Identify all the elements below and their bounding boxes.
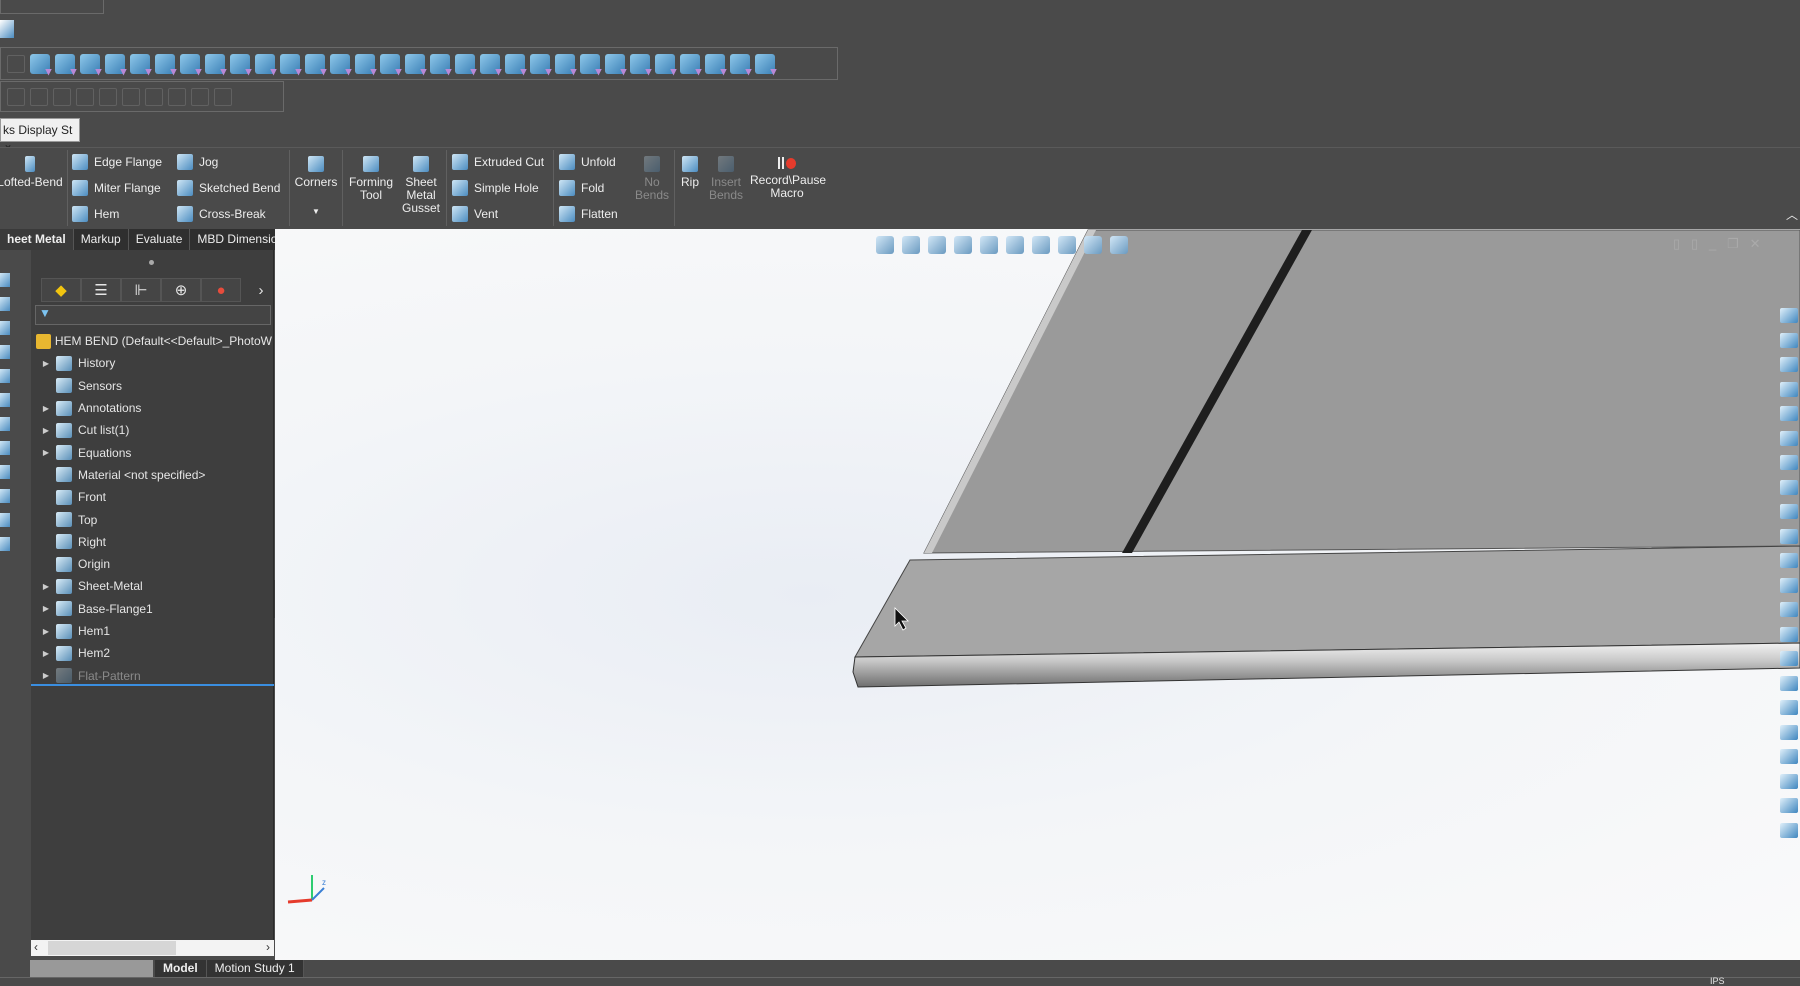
section-view-icon[interactable] — [954, 236, 972, 254]
task-pane-icon[interactable] — [1780, 577, 1798, 593]
hide-show-icon[interactable] — [1032, 236, 1050, 254]
task-pane-icon[interactable] — [1780, 455, 1798, 470]
zoom-area-icon[interactable] — [902, 236, 920, 254]
tab-model[interactable]: Model — [155, 960, 207, 977]
task-pane-icon[interactable] — [1780, 773, 1798, 789]
scene-icon[interactable] — [1084, 236, 1102, 254]
task-pane-icon[interactable] — [1780, 675, 1798, 691]
zoom-to-fit-icon[interactable] — [876, 236, 894, 254]
plate-top-face — [923, 229, 1800, 554]
view-settings-icon[interactable] — [1110, 236, 1128, 254]
tab-nav-buttons[interactable] — [30, 960, 153, 977]
tab-motion-study-1[interactable]: Motion Study 1 — [206, 960, 304, 977]
task-pane-icon[interactable] — [1780, 798, 1798, 813]
task-pane-icon[interactable] — [1780, 700, 1798, 715]
model-view[interactable]: z — [0, 0, 1800, 986]
triad-icon: z — [287, 875, 326, 904]
task-pane-icon[interactable] — [1780, 724, 1798, 740]
task-pane-icon[interactable] — [1780, 749, 1798, 764]
task-pane-icon[interactable] — [1780, 626, 1798, 642]
task-pane-icon[interactable] — [1780, 504, 1798, 519]
view-orientation-icon[interactable] — [980, 236, 998, 254]
task-pane-icon[interactable] — [1780, 553, 1798, 568]
minimize-icon[interactable]: _ — [1709, 236, 1716, 251]
task-pane-icon[interactable] — [1780, 332, 1798, 348]
close-icon[interactable]: ✕ — [1750, 236, 1761, 251]
flange-face — [854, 545, 1800, 658]
units-indicator[interactable]: IPS — [1710, 976, 1725, 986]
tile-left-icon[interactable]: ▯ — [1673, 236, 1680, 251]
status-bar: IPS — [0, 976, 1800, 986]
model-tabs-bar: Model Motion Study 1 — [0, 960, 1800, 977]
heads-up-toolbar — [876, 236, 1128, 254]
task-pane-icon[interactable] — [1780, 381, 1798, 397]
svg-text:z: z — [322, 878, 326, 887]
task-pane-icon[interactable] — [1780, 822, 1798, 838]
tile-right-icon[interactable]: ▯ — [1691, 236, 1698, 251]
display-style-icon[interactable] — [1006, 236, 1024, 254]
task-pane-tabs — [1780, 308, 1800, 847]
restore-icon[interactable]: ❐ — [1727, 236, 1739, 251]
edit-appearance-icon[interactable] — [1058, 236, 1076, 254]
task-pane-icon[interactable] — [1780, 357, 1798, 372]
task-pane-icon[interactable] — [1780, 406, 1798, 421]
task-pane-icon[interactable] — [1780, 528, 1798, 544]
task-pane-icon[interactable] — [1780, 651, 1798, 666]
task-pane-icon[interactable] — [1780, 308, 1798, 323]
task-pane-icon[interactable] — [1780, 602, 1798, 617]
task-pane-icon[interactable] — [1780, 479, 1798, 495]
previous-view-icon[interactable] — [928, 236, 946, 254]
task-pane-icon[interactable] — [1780, 430, 1798, 446]
window-controls: ▯ ▯ _ ❐ ✕ — [1673, 236, 1760, 252]
